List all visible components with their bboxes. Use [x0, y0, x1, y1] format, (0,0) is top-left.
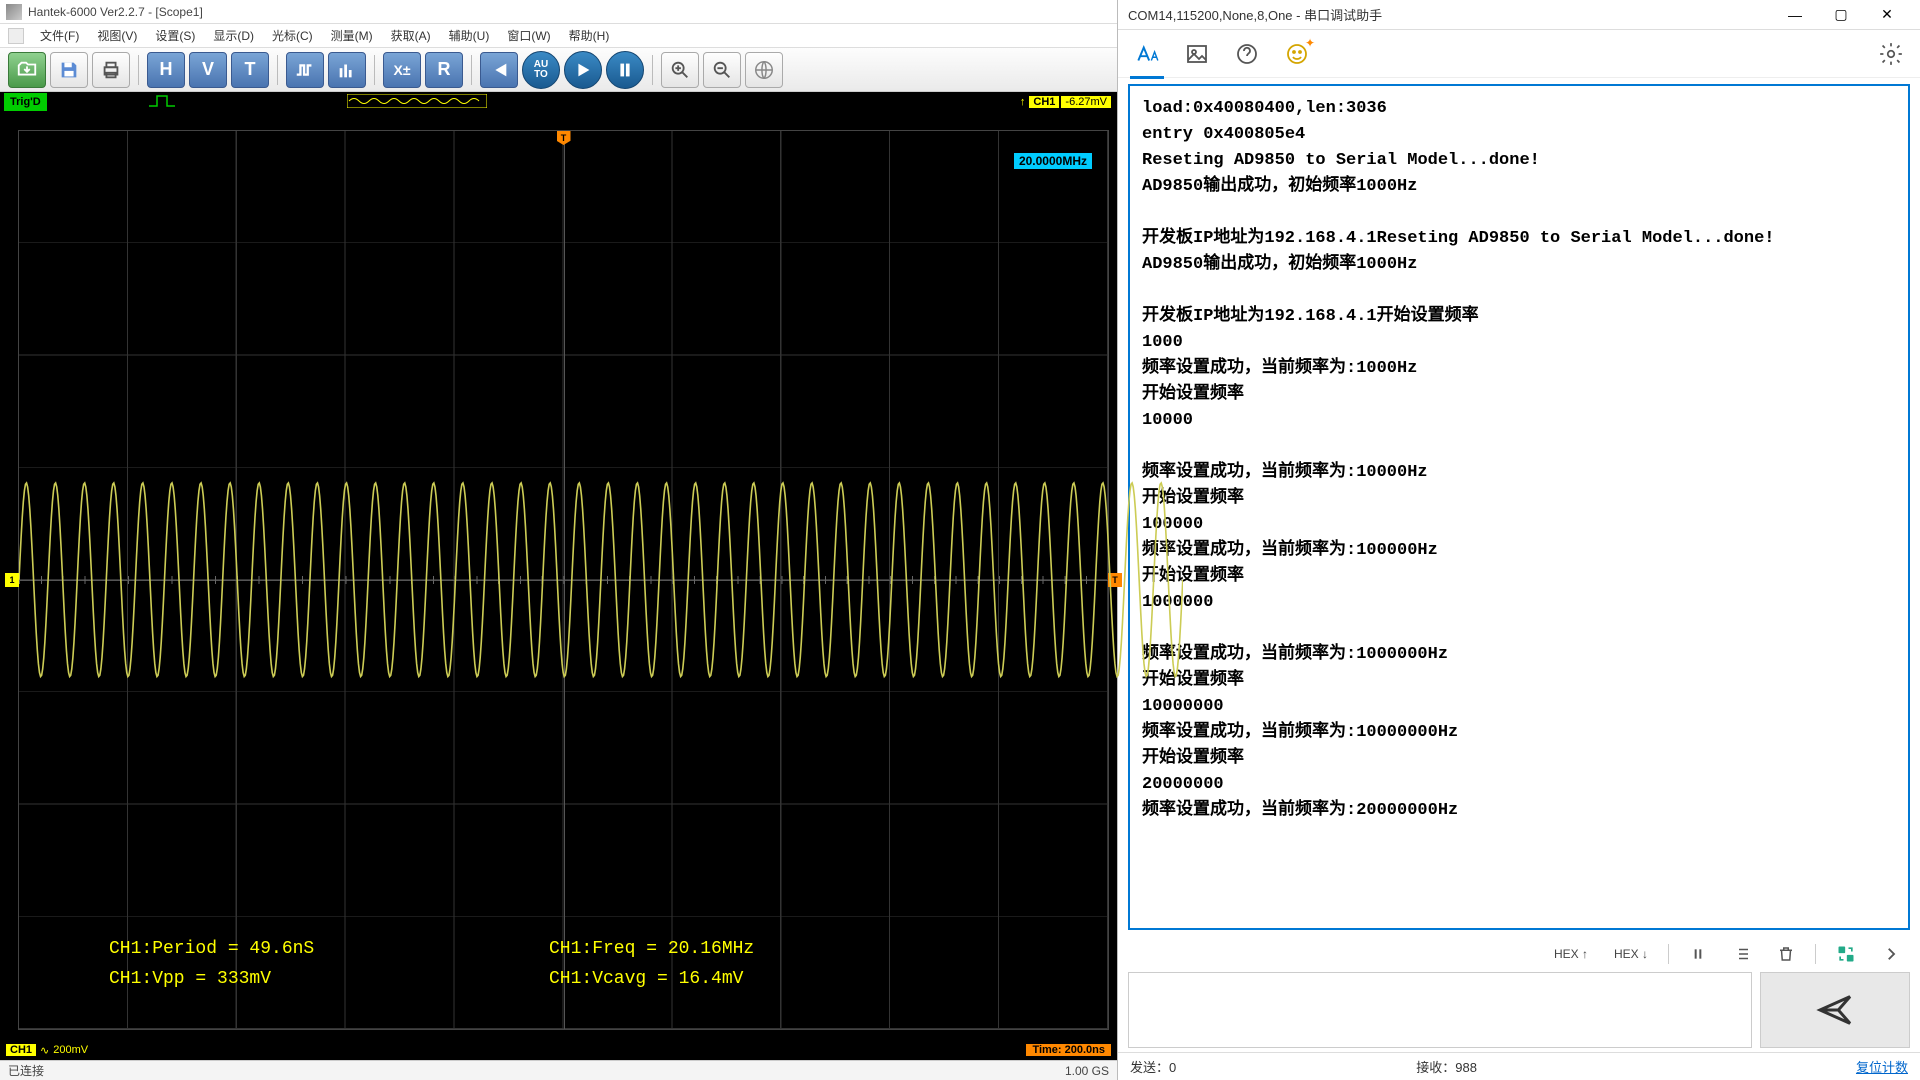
- rewind-button[interactable]: [480, 52, 518, 88]
- ch-value: -6.27mV: [1061, 96, 1111, 108]
- forward-button[interactable]: [1876, 941, 1906, 967]
- pause-rx-button[interactable]: [1683, 941, 1713, 967]
- wave-ac-icon: ∿: [40, 1044, 49, 1057]
- help-button[interactable]: [1232, 39, 1262, 69]
- measurement-vcavg: CH1:Vcavg = 16.4mV: [549, 969, 743, 989]
- menu-utility[interactable]: 辅助(U): [441, 25, 498, 46]
- pause-button[interactable]: [606, 51, 644, 89]
- hex-up-button[interactable]: HEX ↑: [1548, 941, 1594, 967]
- serial-title: COM14,115200,None,8,One - 串口调试助手: [1128, 5, 1382, 24]
- scope-titlebar: Hantek-6000 Ver2.2.7 - [Scope1]: [0, 0, 1117, 24]
- connection-status: 已连接: [8, 1062, 44, 1079]
- menu-measure[interactable]: 测量(M): [323, 25, 381, 46]
- serial-toolbar: ✦: [1118, 30, 1920, 78]
- zoomout-button[interactable]: [703, 52, 741, 88]
- reset-counter-link[interactable]: 复位计数: [1856, 1057, 1908, 1076]
- time-scale: Time: 200.0ns: [1026, 1044, 1111, 1056]
- menu-cursor[interactable]: 光标(C): [264, 25, 321, 46]
- sine-indicator: [347, 94, 487, 111]
- scope-title: Hantek-6000 Ver2.2.7 - [Scope1]: [28, 5, 203, 19]
- oscilloscope-window: Hantek-6000 Ver2.2.7 - [Scope1] 文件(F) 视图…: [0, 0, 1118, 1080]
- waveform: [19, 472, 1183, 688]
- serial-output[interactable]: load:0x40080400,len:3036 entry 0x400805e…: [1128, 84, 1910, 930]
- send-button[interactable]: [1760, 972, 1910, 1048]
- vertical-scale: 200mV: [53, 1044, 88, 1056]
- emoji-button[interactable]: ✦: [1282, 39, 1312, 69]
- measurement-period: CH1:Period = 49.6nS: [109, 939, 314, 959]
- ch-status: ↑ CH1 -6.27mV: [1020, 96, 1117, 108]
- pulse-icon: [147, 94, 187, 111]
- menubar-app-icon[interactable]: [8, 28, 24, 44]
- ch-badge[interactable]: CH1: [6, 1044, 36, 1056]
- scope-grid: T 1 T 20.0000MHz CH1:Period = 49.6nS CH1…: [18, 130, 1109, 1030]
- menu-display[interactable]: 显示(D): [205, 25, 262, 46]
- serial-input[interactable]: [1128, 972, 1752, 1048]
- menu-acquire[interactable]: 获取(A): [383, 25, 439, 46]
- t-button[interactable]: T: [231, 52, 269, 88]
- r-button[interactable]: R: [425, 52, 463, 88]
- close-button[interactable]: ✕: [1864, 1, 1910, 29]
- scope-status-bar: Trig'D ↑ CH1 -6.27mV: [0, 92, 1117, 112]
- window-controls: — ▢ ✕: [1772, 1, 1910, 29]
- menu-view[interactable]: 视图(V): [89, 25, 145, 46]
- measurement-vpp: CH1:Vpp = 333mV: [109, 969, 271, 989]
- ch-label: CH1: [1029, 96, 1059, 108]
- h-button[interactable]: H: [147, 52, 185, 88]
- print-button[interactable]: [92, 52, 130, 88]
- text-mode-button[interactable]: [1132, 39, 1162, 69]
- serial-window: COM14,115200,None,8,One - 串口调试助手 — ▢ ✕ ✦…: [1118, 0, 1920, 1080]
- ch1-marker[interactable]: 1: [5, 573, 19, 587]
- bars-button[interactable]: [328, 52, 366, 88]
- menu-window[interactable]: 窗口(W): [499, 25, 558, 46]
- trigger-marker[interactable]: T: [557, 131, 571, 145]
- delete-button[interactable]: [1771, 941, 1801, 967]
- serial-input-row: [1118, 972, 1920, 1052]
- serial-controls: HEX ↑ HEX ↓: [1118, 936, 1920, 972]
- scope-toolbar: H V T X± R AUTO: [0, 48, 1117, 92]
- serial-titlebar: COM14,115200,None,8,One - 串口调试助手 — ▢ ✕: [1118, 0, 1920, 30]
- minimize-button[interactable]: —: [1772, 1, 1818, 29]
- edge-icon: ↑: [1020, 96, 1026, 108]
- zoomin-button[interactable]: [661, 52, 699, 88]
- menu-file[interactable]: 文件(F): [32, 25, 87, 46]
- scope-footer-scales: CH1 ∿ 200mV Time: 200.0ns: [0, 1040, 1117, 1060]
- maximize-button[interactable]: ▢: [1818, 1, 1864, 29]
- menu-help[interactable]: 帮助(H): [561, 25, 618, 46]
- scope-display[interactable]: T 1 T 20.0000MHz CH1:Period = 49.6nS CH1…: [0, 112, 1117, 1040]
- save-button[interactable]: [50, 52, 88, 88]
- sample-rate: 1.00 GS: [1065, 1064, 1109, 1078]
- list-button[interactable]: [1727, 941, 1757, 967]
- measurement-freq: CH1:Freq = 20.16MHz: [549, 939, 754, 959]
- frequency-badge: 20.0000MHz: [1014, 153, 1092, 169]
- sync-button[interactable]: [1830, 941, 1862, 967]
- xplus-button[interactable]: X±: [383, 52, 421, 88]
- serial-statusbar: 发送：0 接收：988 复位计数: [1118, 1052, 1920, 1080]
- recv-count: 接收：988: [1416, 1057, 1477, 1076]
- v-button[interactable]: V: [189, 52, 227, 88]
- app-icon: [6, 4, 22, 20]
- scope-statusbar: 已连接 1.00 GS: [0, 1060, 1117, 1080]
- image-mode-button[interactable]: [1182, 39, 1212, 69]
- play-button[interactable]: [564, 51, 602, 89]
- menu-settings[interactable]: 设置(S): [147, 25, 203, 46]
- globe-button[interactable]: [745, 52, 783, 88]
- settings-button[interactable]: [1876, 39, 1906, 69]
- scope-menubar: 文件(F) 视图(V) 设置(S) 显示(D) 光标(C) 测量(M) 获取(A…: [0, 24, 1117, 48]
- open-button[interactable]: [8, 52, 46, 88]
- hex-down-button[interactable]: HEX ↓: [1608, 941, 1654, 967]
- send-count: 发送：0: [1130, 1057, 1176, 1076]
- pulse-button[interactable]: [286, 52, 324, 88]
- auto-button[interactable]: AUTO: [522, 51, 560, 89]
- trigger-status: Trig'D: [4, 93, 47, 111]
